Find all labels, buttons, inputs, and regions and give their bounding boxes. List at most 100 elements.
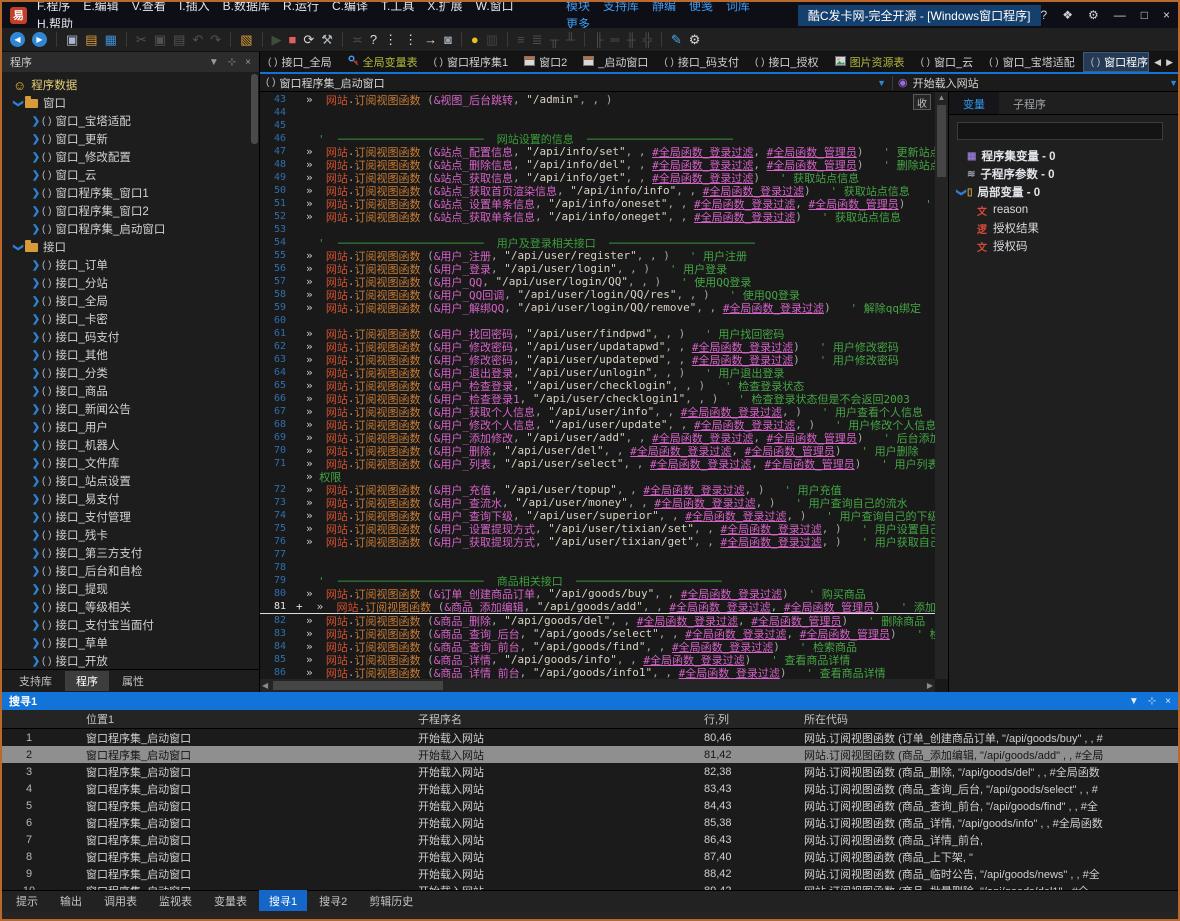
menu-item-5[interactable]: R.运行 xyxy=(283,0,319,13)
chevron-right-icon[interactable]: ❯ xyxy=(30,548,42,559)
tree-item-窗口程序集_窗口2[interactable]: ❯( )窗口程序集_窗口2 xyxy=(2,202,259,220)
save-button[interactable]: ▦ xyxy=(105,33,117,46)
tab-变量[interactable]: 变量 xyxy=(949,92,999,114)
search-result-row[interactable]: 2窗口程序集_启动窗口开始载入网站81,42网站.订阅视图函数 (商品_添加编辑… xyxy=(2,746,1178,763)
tree-item-接口_码支付[interactable]: ❯( )接口_码支付 xyxy=(2,328,259,346)
tree-item-窗口_修改配置[interactable]: ❯( )窗口_修改配置 xyxy=(2,148,259,166)
editor-hscrollbar[interactable]: ◀ ▶ xyxy=(260,679,935,692)
tab-图片资源表[interactable]: 图片资源表 xyxy=(827,52,913,72)
chevron-right-icon[interactable]: ❯ xyxy=(30,512,42,523)
tab-窗口_宝塔适配[interactable]: ( )窗口_宝塔适配 xyxy=(981,52,1083,72)
chevron-right-icon[interactable]: ❯ xyxy=(30,188,42,199)
back-button[interactable]: ◀ xyxy=(10,32,25,47)
panel-close-icon[interactable]: × xyxy=(245,57,251,68)
new-button[interactable]: ▣ xyxy=(66,33,78,46)
tree-item-接口_开放[interactable]: ❯( )接口_开放 xyxy=(2,652,259,670)
search-result-row[interactable]: 3窗口程序集_启动窗口开始载入网站82,38网站.订阅视图函数 (商品_删除, … xyxy=(2,763,1178,780)
menu-item-8[interactable]: X.扩展 xyxy=(427,0,462,13)
tree-item-接口_机器人[interactable]: ❯( )接口_机器人 xyxy=(2,436,259,454)
editor-vscrollbar[interactable]: ▲ xyxy=(935,92,948,679)
tree-item-接口_文件库[interactable]: ❯( )接口_文件库 xyxy=(2,454,259,472)
tree-item-接口_支付宝当面付[interactable]: ❯( )接口_支付宝当面付 xyxy=(2,616,259,634)
chevron-right-icon[interactable]: ❯ xyxy=(30,602,42,613)
breakpoint-button[interactable]: ⋮ xyxy=(384,33,397,46)
dock-tab-属性[interactable]: 属性 xyxy=(111,671,155,691)
close-button[interactable]: × xyxy=(1163,8,1170,22)
menu-item-9[interactable]: W.窗口 xyxy=(476,0,514,13)
goto-button[interactable]: → xyxy=(424,33,437,46)
search-result-row[interactable]: 7窗口程序集_启动窗口开始载入网站86,43网站.订阅视图函数 (商品_详情_前… xyxy=(2,831,1178,848)
tree-item-接口_易支付[interactable]: ❯( )接口_易支付 xyxy=(2,490,259,508)
tree-item-窗口程序集_启动窗口[interactable]: ❯( )窗口程序集_启动窗口 xyxy=(2,220,259,238)
search-result-row[interactable]: 4窗口程序集_启动窗口开始载入网站83,43网站.订阅视图函数 (商品_查询_后… xyxy=(2,780,1178,797)
tip-bulb-button[interactable]: ● xyxy=(471,33,479,46)
tab-接口_全局[interactable]: ( )接口_全局 xyxy=(260,52,340,72)
tab-窗口_云[interactable]: ( )窗口_云 xyxy=(913,52,982,72)
chevron-right-icon[interactable]: ❯ xyxy=(30,134,42,145)
code-line-77[interactable]: 77 xyxy=(260,548,935,561)
tree-item-接口_支付管理[interactable]: ❯( )接口_支付管理 xyxy=(2,508,259,526)
code-line-59[interactable]: 59» 网站.订阅视图函数 (&用户_解绑QQ, "/api/user/logi… xyxy=(260,301,935,314)
search-close-icon[interactable]: × xyxy=(1165,696,1171,707)
code-line-86[interactable]: 86» 网站.订阅视图函数 (&商品_详情_前台, "/api/goods/in… xyxy=(260,666,935,679)
group-local-vars[interactable]: ❯▯局部变量 - 0 xyxy=(949,183,1178,201)
tree-item-窗口程序集_窗口1[interactable]: ❯( )窗口程序集_窗口1 xyxy=(2,184,259,202)
tree-item-接口_草单[interactable]: ❯( )接口_草单 xyxy=(2,634,259,652)
chevron-right-icon[interactable]: ❯ xyxy=(30,476,42,487)
tree-item-接口_等级相关[interactable]: ❯( )接口_等级相关 xyxy=(2,598,259,616)
search-result-row[interactable]: 5窗口程序集_启动窗口开始载入网站84,43网站.订阅视图函数 (商品_查询_前… xyxy=(2,797,1178,814)
menu-link-1[interactable]: 支持库 xyxy=(603,0,639,13)
search-result-row[interactable]: 6窗口程序集_启动窗口开始载入网站85,38网站.订阅视图函数 (商品_详情, … xyxy=(2,814,1178,831)
tree-item-接口_商品[interactable]: ❯( )接口_商品 xyxy=(2,382,259,400)
chevron-right-icon[interactable]: ❯ xyxy=(30,404,42,415)
menu-item-2[interactable]: V.查看 xyxy=(132,0,166,13)
output-tab-监视表[interactable]: 监视表 xyxy=(149,890,202,912)
chevron-right-icon[interactable]: ❯ xyxy=(30,314,42,325)
tree-item-接口_全局[interactable]: ❯( )接口_全局 xyxy=(2,292,259,310)
tree-item-接口_后台和自检[interactable]: ❯( )接口_后台和自检 xyxy=(2,562,259,580)
menu-item-1[interactable]: E.编辑 xyxy=(83,0,118,13)
search-result-row[interactable]: 8窗口程序集_启动窗口开始载入网站87,40网站.订阅视图函数 (商品_上下架,… xyxy=(2,848,1178,865)
panel-pin-icon[interactable]: ⊹ xyxy=(228,57,236,68)
tab-接口_码支付[interactable]: ( )接口_码支付 xyxy=(656,52,747,72)
chevron-right-icon[interactable]: ❯ xyxy=(30,530,42,541)
output-tab-输出[interactable]: 输出 xyxy=(50,890,92,912)
chevron-right-icon[interactable]: ❯ xyxy=(30,152,42,163)
tree-item-接口_分站[interactable]: ❯( )接口_分站 xyxy=(2,274,259,292)
tab-scroll-left-icon[interactable]: ◀ xyxy=(1154,57,1161,68)
dock-tab-程序[interactable]: 程序 xyxy=(65,671,109,691)
menu-item-3[interactable]: I.插入 xyxy=(179,0,210,13)
code-line-52[interactable]: 52» 网站.订阅视图函数 (&站点_获取单条信息, "/api/info/on… xyxy=(260,210,935,223)
hscroll-thumb[interactable] xyxy=(273,681,443,690)
tree-item-窗口[interactable]: ❯窗口 xyxy=(2,94,259,112)
minimize-button[interactable]: — xyxy=(1114,8,1126,22)
variable-reason[interactable]: 文reason xyxy=(949,201,1178,219)
menu-link-3[interactable]: 便笺 xyxy=(689,0,713,13)
code-line-76[interactable]: 76» 网站.订阅视图函数 (&用户_获取提现方式, "/api/user/ti… xyxy=(260,535,935,548)
tree-item-窗口_更新[interactable]: ❯( )窗口_更新 xyxy=(2,130,259,148)
stop-button[interactable]: ■ xyxy=(289,33,297,46)
restart-button[interactable]: ⟳ xyxy=(303,33,314,46)
tree-item-接口_用户[interactable]: ❯( )接口_用户 xyxy=(2,418,259,436)
tree-item-接口_分类[interactable]: ❯( )接口_分类 xyxy=(2,364,259,382)
vscroll-thumb[interactable] xyxy=(937,105,946,177)
chevron-right-icon[interactable]: ❯ xyxy=(30,170,42,181)
tab-窗口2[interactable]: 窗口2 xyxy=(516,52,575,72)
tree-item-接口_站点设置[interactable]: ❯( )接口_站点设置 xyxy=(2,472,259,490)
tools-button[interactable]: ⚙ xyxy=(689,33,701,46)
tree-item-接口_第三方支付[interactable]: ❯( )接口_第三方支付 xyxy=(2,544,259,562)
chevron-right-icon[interactable]: ❯ xyxy=(30,656,42,667)
menu-item-4[interactable]: B.数据库 xyxy=(223,0,270,13)
chevron-right-icon[interactable]: ❯ xyxy=(30,440,42,451)
chevron-right-icon[interactable]: ❯ xyxy=(30,620,42,631)
menu-item-6[interactable]: C.编译 xyxy=(332,0,368,13)
subroutine-selector[interactable]: ◉ 开始载入网站 ▼ xyxy=(893,75,1178,91)
chevron-down-icon[interactable]: ❯ xyxy=(13,97,24,109)
output-tab-搜寻1[interactable]: 搜寻1 xyxy=(259,890,307,912)
scroll-left-icon[interactable]: ◀ xyxy=(262,681,268,690)
output-tab-变量表[interactable]: 变量表 xyxy=(204,890,257,912)
help-find-button[interactable]: ? xyxy=(370,33,377,46)
menu-item-0[interactable]: F.程序 xyxy=(37,0,70,13)
menu-link-4[interactable]: 词库 xyxy=(726,0,750,13)
pen-button[interactable]: ✎ xyxy=(671,33,682,46)
